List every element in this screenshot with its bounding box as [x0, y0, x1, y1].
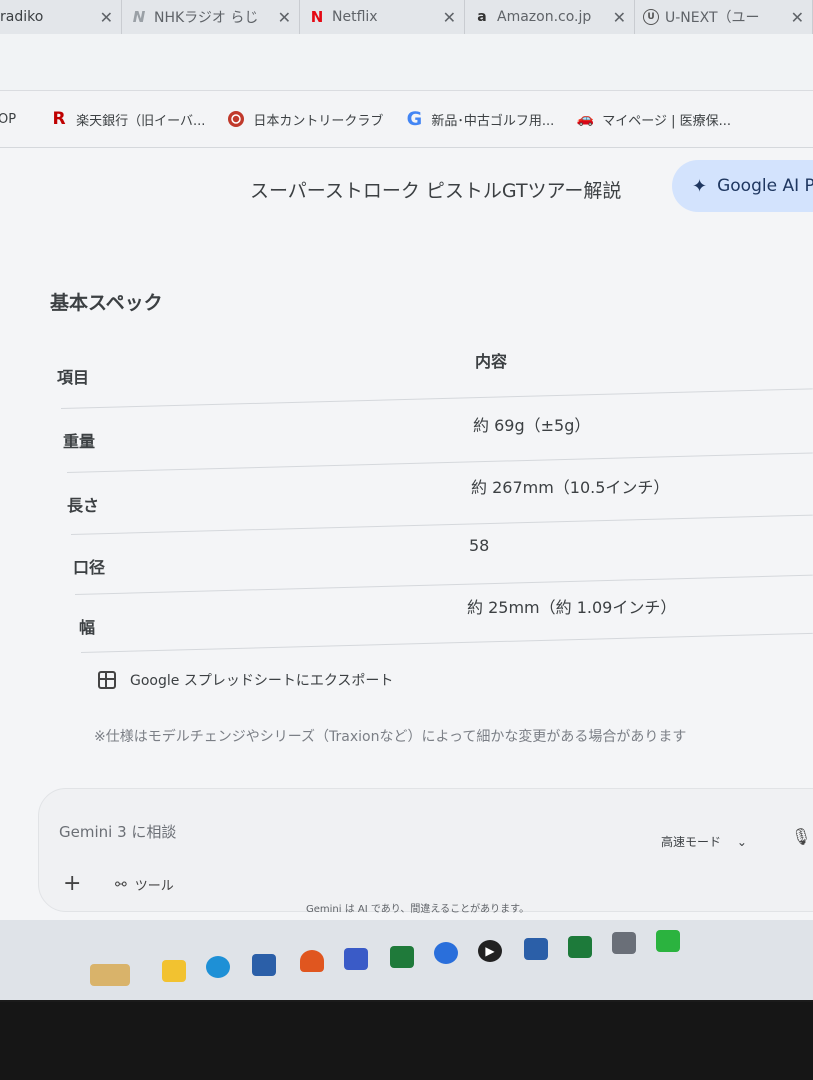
screen: radiko ✕ N NHKラジオ らじ ✕ N Netflix ✕ a Ama… — [0, 0, 813, 1000]
weather-icon[interactable] — [90, 964, 130, 986]
app-icon[interactable] — [300, 950, 324, 972]
table-header-content: 内容 — [475, 352, 508, 371]
tab-unext[interactable]: U U-NEXT（ユー ✕ — [635, 0, 813, 34]
row-key: 長さ — [67, 496, 100, 515]
row-value: 約 25mm（約 1.09インチ） — [467, 598, 677, 617]
snipping-icon[interactable] — [612, 932, 636, 954]
spreadsheet-icon — [98, 671, 116, 689]
microphone-icon[interactable]: 🎙 — [791, 827, 811, 846]
line-icon[interactable] — [656, 930, 680, 952]
bookmark-label: マイページ | 医療保... — [602, 113, 732, 129]
close-icon[interactable]: ✕ — [94, 8, 113, 27]
media-icon[interactable] — [390, 946, 414, 968]
section-title: 基本スペック — [50, 292, 163, 314]
netflix-icon: N — [310, 8, 324, 26]
table-header-item: 項目 — [57, 368, 90, 387]
row-value: 約 69g（±5g） — [473, 416, 591, 435]
close-icon[interactable]: ✕ — [785, 8, 804, 27]
tab-label: NHKラジオ らじ — [154, 10, 259, 26]
tab-nhk[interactable]: N NHKラジオ らじ ✕ — [122, 0, 300, 34]
player-icon[interactable]: ▶ — [478, 940, 502, 962]
bookmark-country-club[interactable]: 日本カントリークラブ — [227, 110, 383, 129]
page-title: スーパーストローク ピストルGTツアー解説 — [250, 180, 622, 202]
edge-icon[interactable] — [206, 956, 230, 978]
monitor-bezel — [0, 1002, 813, 1080]
unext-icon: U — [643, 9, 659, 25]
table-divider — [80, 632, 813, 653]
ai-button-label: Google AI P — [717, 176, 813, 196]
nhk-icon: N — [132, 8, 146, 26]
bookmark-mypage[interactable]: 🚗 マイページ | 医療保... — [576, 110, 732, 129]
mode-label: 高速モード — [661, 835, 722, 849]
tab-label: Netflix — [332, 9, 378, 25]
google-ai-button[interactable]: ✦ Google AI P — [672, 160, 813, 212]
chevron-down-icon: ⌄ — [736, 835, 747, 849]
tab-label: U-NEXT（ユー — [665, 10, 760, 26]
prompt-input[interactable]: Gemini 3 に相談 — [59, 821, 176, 842]
mail-icon[interactable] — [344, 948, 368, 970]
row-value: 約 267mm（10.5インチ） — [471, 478, 670, 497]
close-icon[interactable]: ✕ — [437, 8, 456, 27]
close-icon[interactable]: ✕ — [607, 8, 626, 27]
tab-netflix[interactable]: N Netflix ✕ — [300, 0, 465, 34]
bookmark-label: 楽天銀行（旧イーバ... — [76, 113, 206, 129]
bookmark-label: 日本カントリークラブ — [253, 113, 384, 129]
rakuten-icon: R — [52, 109, 66, 129]
tab-label: Amazon.co.jp — [497, 9, 592, 25]
file-explorer-icon[interactable] — [162, 960, 186, 982]
taskbar: ▶ — [0, 920, 813, 1000]
table-divider — [74, 574, 813, 595]
tools-icon: ⚯ — [115, 876, 127, 893]
bookmark-golf[interactable]: G 新品･中古ゴルフ用... — [405, 108, 555, 130]
bookmark-op[interactable]: OP — [0, 112, 16, 127]
excel-icon[interactable] — [568, 936, 592, 958]
row-value: 58 — [469, 536, 490, 555]
tab-radiko[interactable]: radiko ✕ — [0, 0, 122, 34]
table-divider — [60, 388, 813, 409]
bookmark-label: 新品･中古ゴルフ用... — [431, 113, 555, 129]
tab-label: radiko — [0, 9, 44, 25]
close-icon[interactable]: ✕ — [272, 8, 291, 27]
export-label: Google スプレッドシートにエクスポート — [130, 673, 394, 689]
browser-app-icon[interactable] — [434, 942, 458, 964]
export-to-sheets-button[interactable]: Google スプレッドシートにエクスポート — [98, 670, 393, 690]
tab-strip: radiko ✕ N NHKラジオ らじ ✕ N Netflix ✕ a Ama… — [0, 0, 813, 34]
disclaimer: Gemini は AI であり、間違えることがあります。 — [306, 904, 530, 915]
tab-amazon[interactable]: a Amazon.co.jp ✕ — [465, 0, 635, 34]
row-key: 口径 — [73, 558, 106, 577]
amazon-icon: a — [477, 9, 487, 25]
spec-note: ※仕様はモデルチェンジやシリーズ（Traxionなど）によって細かな変更がある場… — [94, 729, 687, 745]
tools-label: ツール — [134, 879, 174, 894]
tools-button[interactable]: ⚯ ツール — [115, 875, 174, 895]
mode-selector[interactable]: 高速モード ⌄ — [661, 833, 747, 850]
bookmarks-bar: OP R 楽天銀行（旧イーバ... 日本カントリークラブ G 新品･中古ゴルフ用… — [0, 91, 813, 148]
sparkle-icon: ✦ — [692, 175, 708, 197]
table-divider — [70, 514, 813, 535]
browser-toolbar — [0, 34, 813, 91]
google-icon: G — [406, 108, 423, 130]
row-key: 重量 — [63, 432, 96, 451]
country-club-icon — [227, 110, 245, 128]
prompt-composer: Gemini 3 に相談 + ⚯ ツール 高速モード ⌄ 🎙 — [38, 788, 813, 912]
table-divider — [66, 452, 813, 473]
add-icon[interactable]: + — [63, 871, 81, 896]
car-icon: 🚗 — [576, 111, 594, 127]
store-icon[interactable] — [252, 954, 276, 976]
row-key: 幅 — [79, 618, 96, 637]
notepad-icon[interactable] — [524, 938, 548, 960]
bookmark-label: OP — [0, 111, 17, 127]
page-content: スーパーストローク ピストルGTツアー解説 ✦ Google AI P 基本スペ… — [0, 148, 813, 938]
bookmark-rakuten[interactable]: R 楽天銀行（旧イーバ... — [50, 109, 206, 129]
